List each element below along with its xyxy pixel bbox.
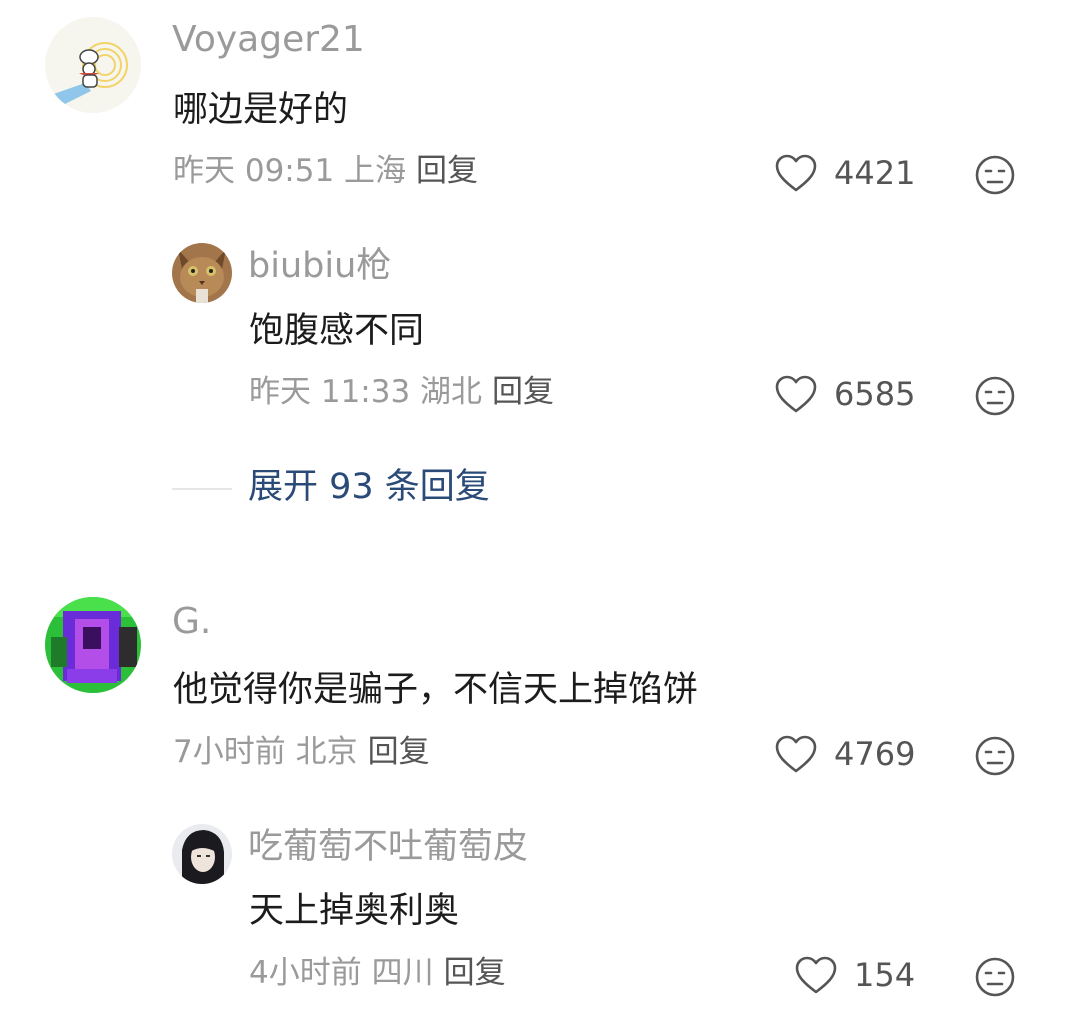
like-count: 154	[854, 956, 916, 994]
comment-meta: 7小时前 北京 回复	[173, 737, 430, 768]
glitch-art-icon	[45, 597, 141, 693]
meh-face-icon	[975, 957, 1015, 997]
comment-meta: 昨天 11:33 湖北 回复	[249, 377, 554, 408]
like-button[interactable]: 154	[794, 955, 915, 995]
meh-face-icon	[975, 155, 1015, 195]
avatar[interactable]	[172, 824, 232, 884]
username[interactable]: biubiu枪	[248, 249, 391, 284]
dislike-button[interactable]	[974, 956, 1016, 998]
username[interactable]: Voyager21	[172, 22, 365, 58]
comment-meta: 昨天 09:51 上海 回复	[173, 156, 478, 187]
like-count: 4769	[834, 735, 916, 773]
chef-illustration-icon	[45, 17, 141, 113]
reply-button[interactable]: 回复	[368, 734, 430, 770]
like-button[interactable]: 4421	[774, 153, 915, 193]
like-count: 6585	[834, 375, 916, 413]
like-button[interactable]: 4769	[774, 734, 915, 774]
heart-icon	[775, 735, 817, 773]
heart-icon	[775, 375, 817, 413]
comment-time-location: 昨天 09:51 上海	[173, 153, 407, 189]
comment-text: 饱腹感不同	[249, 311, 425, 351]
expand-divider	[172, 488, 232, 490]
like-count: 4421	[834, 154, 916, 192]
dislike-button[interactable]	[974, 735, 1016, 777]
comment-time-location: 7小时前 北京	[173, 734, 358, 770]
avatar[interactable]	[45, 597, 141, 693]
comment-time-location: 4小时前 四川	[249, 955, 434, 991]
meh-face-icon	[975, 736, 1015, 776]
heart-icon	[795, 956, 837, 994]
dislike-button[interactable]	[974, 154, 1016, 196]
comment-text: 天上掉奥利奥	[249, 891, 460, 931]
dislike-button[interactable]	[974, 375, 1016, 417]
reply-button[interactable]: 回复	[416, 153, 478, 189]
cat-photo-icon	[172, 243, 232, 303]
avatar[interactable]	[45, 17, 141, 113]
meh-face-icon	[975, 376, 1015, 416]
comment-time-location: 昨天 11:33 湖北	[249, 374, 483, 410]
avatar[interactable]	[172, 243, 232, 303]
like-button[interactable]: 6585	[774, 374, 915, 414]
comment-meta: 4小时前 四川 回复	[249, 958, 506, 989]
username[interactable]: G.	[172, 604, 211, 640]
username[interactable]: 吃葡萄不吐葡萄皮	[248, 830, 528, 865]
reply-button[interactable]: 回复	[492, 374, 554, 410]
heart-icon	[775, 154, 817, 192]
comment-text: 哪边是好的	[173, 90, 349, 130]
expand-replies-link[interactable]: 展开 93 条回复	[248, 470, 490, 505]
reply-button[interactable]: 回复	[444, 955, 506, 991]
comment-text: 他觉得你是骗子，不信天上掉馅饼	[173, 670, 699, 710]
girl-photo-icon	[172, 824, 232, 884]
